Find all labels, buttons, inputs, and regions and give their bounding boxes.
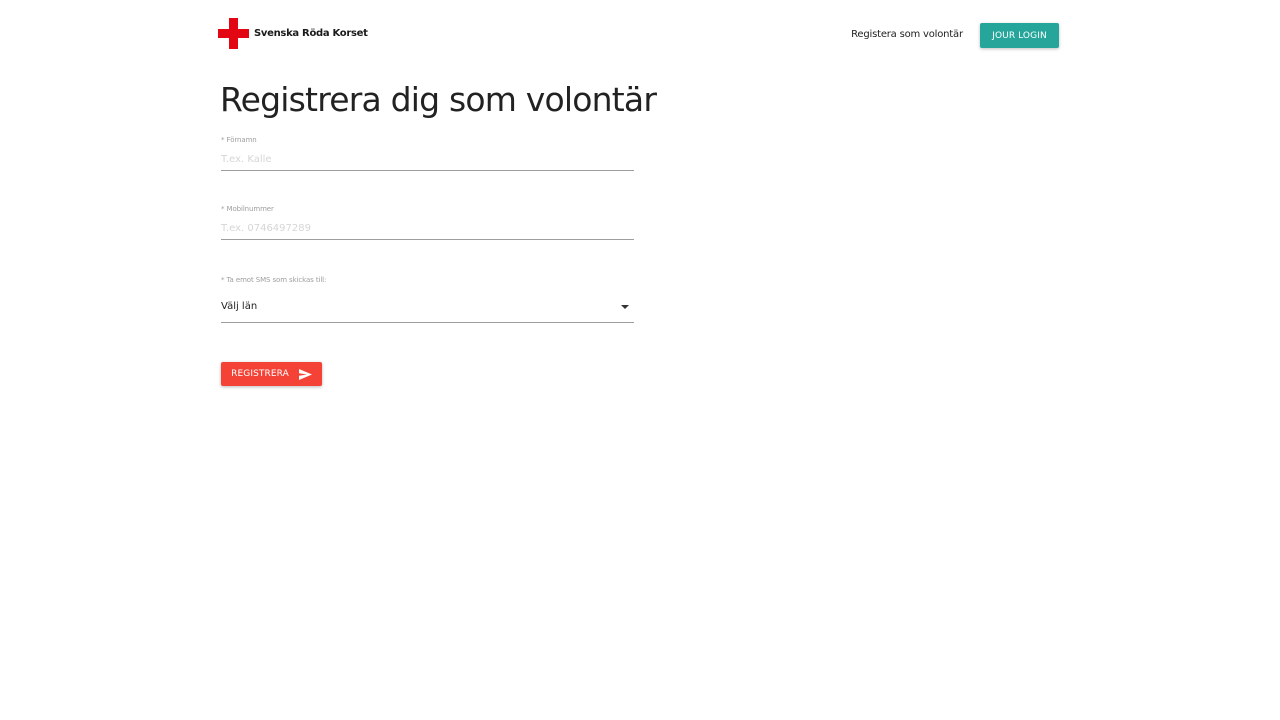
jour-login-button[interactable]: JOUR LOGIN [980,23,1059,48]
county-label: * Ta emot SMS som skickas till: [221,276,327,284]
first-name-field-group: * Förnamn [221,135,634,171]
phone-label: * Mobilnummer [221,205,274,213]
county-field-group: * Ta emot SMS som skickas till: Välj län [221,275,634,323]
page: Svenska Röda Korset Registera som volont… [0,0,1280,720]
register-button[interactable]: REGISTRERA [221,362,322,386]
logo-text: Svenska Röda Korset [254,28,368,39]
site-header: Svenska Röda Korset Registera som volont… [0,0,1280,70]
register-volunteer-link[interactable]: Registera som volontär [846,27,968,43]
county-select-value: Välj län [221,301,258,312]
red-cross-icon [218,18,249,49]
county-select[interactable]: Välj län [221,298,634,323]
phone-field-group: * Mobilnummer [221,204,634,240]
send-icon [298,368,312,380]
logo-link[interactable]: Svenska Röda Korset [218,18,368,49]
caret-down-icon [621,305,629,309]
first-name-label: * Förnamn [221,136,257,144]
register-button-label: REGISTRERA [231,369,289,379]
first-name-input[interactable] [221,149,634,171]
phone-input[interactable] [221,218,634,240]
page-title: Registrera dig som volontär [220,80,657,119]
